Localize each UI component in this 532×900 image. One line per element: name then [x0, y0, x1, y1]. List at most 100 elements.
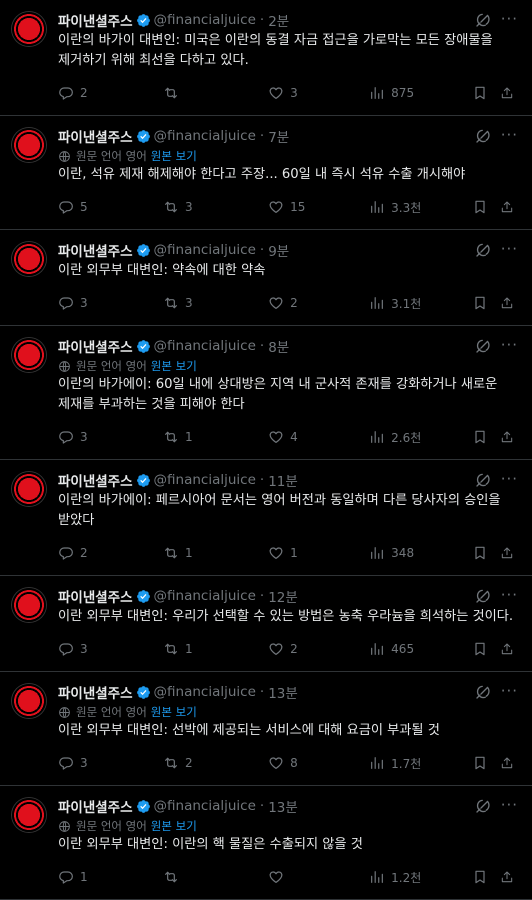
views-button[interactable]: 3.1천: [369, 295, 472, 312]
more-icon[interactable]: ···: [501, 796, 518, 814]
more-icon[interactable]: ···: [501, 586, 518, 604]
like-button[interactable]: [268, 869, 369, 885]
grok-icon[interactable]: [474, 241, 492, 259]
tweet[interactable]: 파이낸셜주스 @financialjuice · 2분 ··· 이란의 바가이 …: [0, 0, 532, 116]
retweet-button[interactable]: 3: [163, 295, 268, 311]
tweet[interactable]: 파이낸셜주스 @financialjuice · 9분 ··· 이란 외무부 대…: [0, 230, 532, 326]
avatar[interactable]: [12, 12, 46, 46]
grok-icon[interactable]: [474, 127, 492, 145]
reply-button[interactable]: 2: [58, 545, 163, 561]
reply-button[interactable]: 3: [58, 755, 163, 771]
views-button[interactable]: 1.2천: [369, 869, 472, 886]
timestamp[interactable]: 13분: [268, 682, 298, 702]
grok-icon[interactable]: [474, 337, 492, 355]
like-button[interactable]: 1: [268, 545, 369, 561]
timestamp[interactable]: 13분: [268, 796, 298, 816]
bookmark-button[interactable]: [472, 85, 500, 101]
display-name[interactable]: 파이낸셜주스: [58, 126, 133, 146]
bookmark-button[interactable]: [472, 755, 500, 771]
grok-icon[interactable]: [474, 587, 492, 605]
display-name[interactable]: 파이낸셜주스: [58, 682, 133, 702]
retweet-button[interactable]: 2: [163, 755, 268, 771]
more-icon[interactable]: ···: [501, 682, 518, 700]
like-button[interactable]: 3: [268, 85, 369, 101]
views-button[interactable]: 875: [369, 85, 472, 101]
tweet[interactable]: 파이낸셜주스 @financialjuice · 12분 ··· 이란 외무부 …: [0, 576, 532, 672]
user-handle[interactable]: @financialjuice: [154, 338, 256, 354]
avatar[interactable]: [12, 472, 46, 506]
grok-icon[interactable]: [474, 797, 492, 815]
display-name[interactable]: 파이낸셜주스: [58, 796, 133, 816]
show-original-link[interactable]: 원본 보기: [151, 148, 197, 164]
tweet[interactable]: 파이낸셜주스 @financialjuice · 13분 ··· 원문 언어 영…: [0, 672, 532, 786]
tweet[interactable]: 파이낸셜주스 @financialjuice · 8분 ··· 원문 언어 영어…: [0, 326, 532, 460]
share-button[interactable]: [500, 199, 520, 215]
tweet[interactable]: 파이낸셜주스 @financialjuice · 7분 ··· 원문 언어 영어…: [0, 116, 532, 230]
like-button[interactable]: 2: [268, 641, 369, 657]
bookmark-button[interactable]: [472, 545, 500, 561]
display-name[interactable]: 파이낸셜주스: [58, 240, 133, 260]
user-handle[interactable]: @financialjuice: [154, 684, 256, 700]
more-icon[interactable]: ···: [501, 240, 518, 258]
tweet[interactable]: 파이낸셜주스 @financialjuice · 13분 ··· 원문 언어 영…: [0, 786, 532, 900]
views-button[interactable]: 465: [369, 641, 472, 657]
avatar[interactable]: [12, 338, 46, 372]
display-name[interactable]: 파이낸셜주스: [58, 586, 133, 606]
reply-button[interactable]: 1: [58, 869, 163, 885]
more-icon[interactable]: ···: [501, 336, 518, 354]
bookmark-button[interactable]: [472, 429, 500, 445]
timestamp[interactable]: 2분: [268, 10, 289, 30]
bookmark-button[interactable]: [472, 199, 500, 215]
share-button[interactable]: [500, 755, 520, 771]
share-button[interactable]: [500, 85, 520, 101]
avatar[interactable]: [12, 798, 46, 832]
like-button[interactable]: 2: [268, 295, 369, 311]
display-name[interactable]: 파이낸셜주스: [58, 470, 133, 490]
views-button[interactable]: 2.6천: [369, 429, 472, 446]
reply-button[interactable]: 3: [58, 641, 163, 657]
reply-button[interactable]: 3: [58, 429, 163, 445]
retweet-button[interactable]: 1: [163, 641, 268, 657]
reply-button[interactable]: 3: [58, 295, 163, 311]
share-button[interactable]: [500, 869, 520, 885]
show-original-link[interactable]: 원본 보기: [151, 704, 197, 720]
timestamp[interactable]: 11분: [268, 470, 298, 490]
like-button[interactable]: 8: [268, 755, 369, 771]
user-handle[interactable]: @financialjuice: [154, 242, 256, 258]
tweet[interactable]: 파이낸셜주스 @financialjuice · 11분 ··· 이란의 바가에…: [0, 460, 532, 576]
avatar[interactable]: [12, 128, 46, 162]
like-button[interactable]: 4: [268, 429, 369, 445]
bookmark-button[interactable]: [472, 295, 500, 311]
avatar[interactable]: [12, 242, 46, 276]
timestamp[interactable]: 7분: [268, 126, 289, 146]
retweet-button[interactable]: [163, 85, 268, 101]
views-button[interactable]: 3.3천: [369, 199, 472, 216]
grok-icon[interactable]: [474, 471, 492, 489]
avatar[interactable]: [12, 684, 46, 718]
more-icon[interactable]: ···: [501, 470, 518, 488]
show-original-link[interactable]: 원본 보기: [151, 818, 197, 834]
retweet-button[interactable]: 1: [163, 429, 268, 445]
views-button[interactable]: 348: [369, 545, 472, 561]
reply-button[interactable]: 5: [58, 199, 163, 215]
display-name[interactable]: 파이낸셜주스: [58, 336, 133, 356]
grok-icon[interactable]: [474, 683, 492, 701]
more-icon[interactable]: ···: [501, 126, 518, 144]
grok-icon[interactable]: [474, 11, 492, 29]
user-handle[interactable]: @financialjuice: [154, 588, 256, 604]
retweet-button[interactable]: 3: [163, 199, 268, 215]
retweet-button[interactable]: 1: [163, 545, 268, 561]
reply-button[interactable]: 2: [58, 85, 163, 101]
user-handle[interactable]: @financialjuice: [154, 128, 256, 144]
avatar[interactable]: [12, 588, 46, 622]
views-button[interactable]: 1.7천: [369, 755, 472, 772]
share-button[interactable]: [500, 545, 520, 561]
show-original-link[interactable]: 원본 보기: [151, 358, 197, 374]
display-name[interactable]: 파이낸셜주스: [58, 10, 133, 30]
timestamp[interactable]: 9분: [268, 240, 289, 260]
user-handle[interactable]: @financialjuice: [154, 798, 256, 814]
like-button[interactable]: 15: [268, 199, 369, 215]
user-handle[interactable]: @financialjuice: [154, 472, 256, 488]
share-button[interactable]: [500, 295, 520, 311]
share-button[interactable]: [500, 429, 520, 445]
